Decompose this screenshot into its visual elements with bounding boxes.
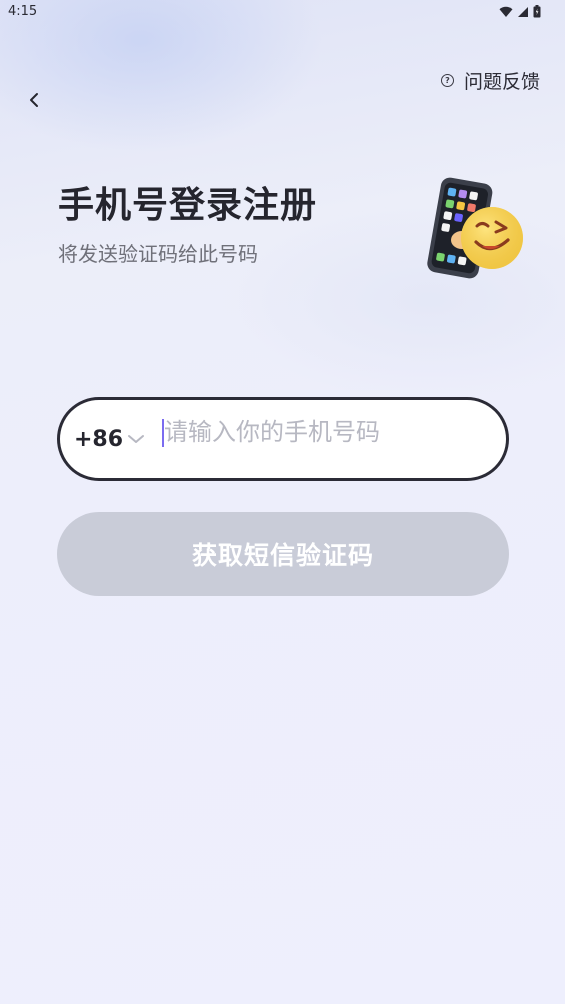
page-title: 手机号登录注册	[58, 185, 318, 226]
country-code-selector[interactable]: +86	[74, 427, 123, 452]
phone-number-input[interactable]	[164, 414, 484, 450]
chevron-down-icon[interactable]	[126, 432, 146, 446]
signal-icon	[518, 6, 528, 17]
status-time: 4:15	[8, 4, 38, 19]
phone-with-smiley-illustration	[427, 177, 523, 279]
battery-icon	[533, 5, 541, 18]
status-icons	[499, 5, 541, 18]
wifi-icon	[499, 6, 513, 17]
help-circle-icon: ?	[440, 73, 454, 87]
status-bar: 4:15	[0, 0, 565, 24]
page-subtitle: 将发送验证码给此号码	[58, 242, 258, 266]
feedback-label: 问题反馈	[463, 70, 540, 93]
phone-input-container[interactable]: +86	[57, 397, 509, 481]
feedback-button[interactable]: ? 问题反馈	[440, 66, 540, 94]
back-button[interactable]	[20, 86, 48, 114]
get-sms-code-label: 获取短信验证码	[191, 541, 374, 570]
get-sms-code-button[interactable]: 获取短信验证码	[57, 512, 509, 596]
chevron-left-icon	[30, 93, 38, 107]
